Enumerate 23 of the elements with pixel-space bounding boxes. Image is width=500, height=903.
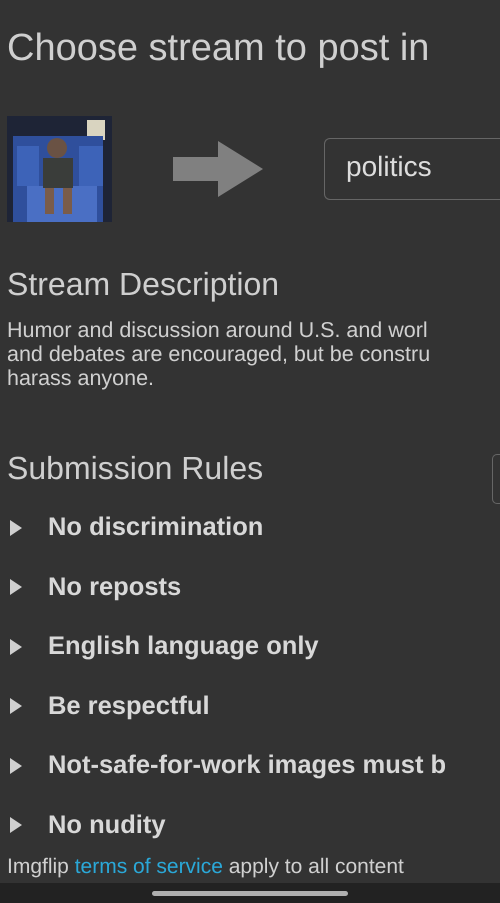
rule-label: No discrimination <box>48 513 264 542</box>
terms-link[interactable]: terms of service <box>74 855 223 878</box>
rule-item[interactable]: Not-safe-for-work images must b <box>7 736 500 796</box>
stream-field[interactable]: politics <box>324 138 500 200</box>
rule-label: Be respectful <box>48 692 210 721</box>
section-heading: Stream Description <box>7 266 280 302</box>
terms-text: Imgflip terms of service apply to all content <box>7 855 405 879</box>
rule-item[interactable]: No reposts <box>7 558 500 617</box>
section-heading: Submission Rules <box>7 450 264 486</box>
description-text: Humor and discussion around U.S. and worl <box>7 318 429 342</box>
arrow-icon <box>173 141 263 197</box>
rule-item[interactable]: English language only <box>7 617 500 676</box>
description-text: and debates are encouraged, but be constru <box>7 342 432 366</box>
page-title: Choose stream to post in <box>7 26 430 70</box>
rule-label: No nudity <box>48 810 166 840</box>
rule-item[interactable]: Be respectful <box>7 676 500 736</box>
home-indicator[interactable] <box>152 890 348 896</box>
rule-label: Not-safe-for-work images must b <box>48 751 446 780</box>
rule-label: English language only <box>48 632 319 662</box>
rule-label: No reposts <box>48 572 182 602</box>
rule-item[interactable]: No discrimination <box>7 498 500 558</box>
rule-item[interactable]: No nudity <box>7 796 500 855</box>
description-text: harass anyone. <box>7 366 156 390</box>
